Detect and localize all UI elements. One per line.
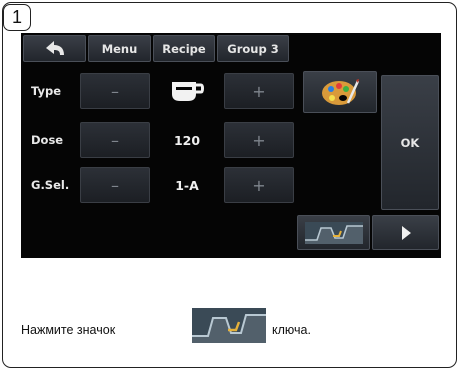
key-curve-icon — [192, 308, 266, 343]
menu-button[interactable]: Menu — [88, 35, 151, 62]
coffee-cup-icon — [172, 82, 204, 101]
dose-plus-button[interactable]: + — [224, 122, 294, 158]
palette-icon — [322, 79, 360, 105]
row-label-type: Type — [31, 84, 62, 98]
grinder-minus-button[interactable]: – — [80, 167, 150, 203]
grinder-plus-button[interactable]: + — [224, 167, 294, 203]
dose-value: 120 — [173, 132, 201, 148]
instruction-prefix: Нажмите значок — [21, 323, 116, 337]
back-button[interactable] — [23, 35, 86, 62]
key-curve-icon — [304, 221, 363, 244]
play-arrow-icon — [401, 225, 411, 240]
instruction-suffix: ключа. — [272, 323, 311, 337]
recipe-button[interactable]: Recipe — [153, 35, 215, 62]
type-minus-button[interactable]: – — [80, 73, 150, 109]
step-number-badge: 1 — [3, 4, 31, 31]
type-plus-button[interactable]: + — [224, 73, 294, 109]
grinder-value: 1-A — [175, 177, 199, 193]
type-value — [152, 73, 222, 109]
row-label-grinder-selection: G.Sel. — [31, 178, 70, 192]
palette-button[interactable] — [303, 71, 377, 113]
device-screen: Menu Recipe Group 3 Type – + Dose – 120 … — [21, 33, 441, 258]
ok-button[interactable]: OK — [381, 75, 439, 210]
row-label-dose: Dose — [31, 133, 64, 147]
back-arrow-icon — [45, 40, 64, 55]
key-curve-button[interactable] — [297, 215, 370, 250]
dose-minus-button[interactable]: – — [80, 122, 150, 158]
group-button[interactable]: Group 3 — [217, 35, 289, 62]
next-button[interactable] — [372, 215, 439, 250]
